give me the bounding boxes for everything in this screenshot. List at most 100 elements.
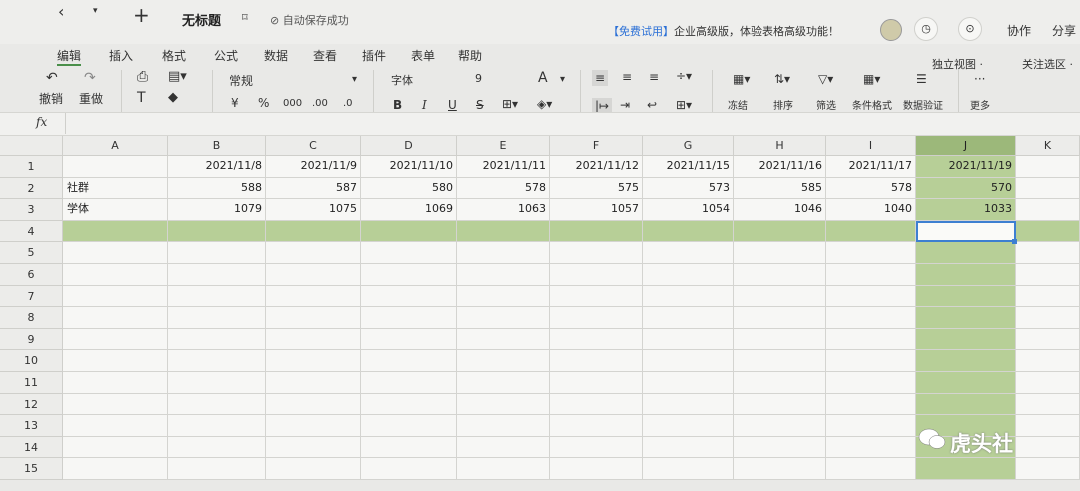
paste-icon[interactable]: ▤▾: [168, 69, 187, 84]
formula-bar[interactable]: fx: [0, 112, 1080, 136]
cell-g10[interactable]: [643, 350, 734, 372]
cell-e5[interactable]: [457, 242, 550, 264]
cell-h11[interactable]: [734, 372, 826, 394]
cell-a3[interactable]: 学体: [63, 199, 168, 221]
strikethrough-button[interactable]: S: [476, 98, 484, 112]
cell-g14[interactable]: [643, 437, 734, 458]
conditional-format-button[interactable]: 条件格式: [852, 97, 892, 112]
cell-e4[interactable]: [457, 221, 550, 242]
wrap-clip-icon[interactable]: ⇥: [620, 98, 630, 112]
cell-c13[interactable]: [266, 415, 361, 437]
cell-g2[interactable]: 573: [643, 178, 734, 199]
more-button[interactable]: 更多: [970, 97, 990, 112]
font-color-icon[interactable]: A: [538, 70, 548, 86]
cell-k10[interactable]: [1016, 350, 1080, 372]
cell-j1[interactable]: 2021/11/19: [916, 156, 1016, 178]
column-header-f[interactable]: F: [550, 136, 643, 156]
cell-j5[interactable]: [916, 242, 1016, 264]
cell-k4[interactable]: [1016, 221, 1080, 242]
cell-a10[interactable]: [63, 350, 168, 372]
cell-k8[interactable]: [1016, 307, 1080, 329]
cell-h4[interactable]: [734, 221, 826, 242]
cell-d2[interactable]: 580: [361, 178, 457, 199]
cell-d11[interactable]: [361, 372, 457, 394]
history-icon[interactable]: ◷: [914, 17, 938, 41]
cell-e12[interactable]: [457, 394, 550, 415]
cell-a6[interactable]: [63, 264, 168, 286]
cell-a8[interactable]: [63, 307, 168, 329]
menu-plugins[interactable]: 插件: [362, 47, 386, 64]
menu-formula[interactable]: 公式: [214, 47, 238, 64]
cell-k5[interactable]: [1016, 242, 1080, 264]
cell-b12[interactable]: [168, 394, 266, 415]
cell-c7[interactable]: [266, 286, 361, 307]
cell-e13[interactable]: [457, 415, 550, 437]
cell-a11[interactable]: [63, 372, 168, 394]
cell-b14[interactable]: [168, 437, 266, 458]
underline-button[interactable]: U: [448, 98, 457, 112]
cell-i1[interactable]: 2021/11/17: [826, 156, 916, 178]
promo-banner[interactable]: 【免费试用】企业高级版，体验表格高级功能！: [608, 23, 839, 39]
cell-c3[interactable]: 1075: [266, 199, 361, 221]
cell-c2[interactable]: 587: [266, 178, 361, 199]
cell-a2[interactable]: 社群: [63, 178, 168, 199]
cell-b11[interactable]: [168, 372, 266, 394]
cell-c11[interactable]: [266, 372, 361, 394]
align-center-icon[interactable]: ≡: [622, 70, 632, 84]
cell-c4[interactable]: [266, 221, 361, 242]
collaborate-button[interactable]: 协作: [1007, 22, 1031, 39]
cell-c1[interactable]: 2021/11/9: [266, 156, 361, 178]
bookmark-icon[interactable]: ⌑: [242, 11, 248, 24]
cell-j8[interactable]: [916, 307, 1016, 329]
cell-k12[interactable]: [1016, 394, 1080, 415]
cell-d5[interactable]: [361, 242, 457, 264]
cell-b15[interactable]: [168, 458, 266, 480]
row-header-11[interactable]: 11: [0, 372, 63, 394]
row-header-3[interactable]: 3: [0, 199, 63, 221]
cell-c15[interactable]: [266, 458, 361, 480]
wrap-text-icon[interactable]: ↩: [647, 98, 657, 112]
row-header-15[interactable]: 15: [0, 458, 63, 480]
row-header-7[interactable]: 7: [0, 286, 63, 307]
sort-icon[interactable]: ⇅▾: [774, 72, 790, 86]
promo-highlight[interactable]: 【免费试用】: [608, 25, 674, 38]
cell-c6[interactable]: [266, 264, 361, 286]
format-painter-icon[interactable]: T: [137, 90, 146, 106]
cell-b1[interactable]: 2021/11/8: [168, 156, 266, 178]
cell-i15[interactable]: [826, 458, 916, 480]
data-validation-button[interactable]: 数据验证: [903, 97, 943, 112]
freeze-icon[interactable]: ▦▾: [733, 72, 750, 86]
cell-b8[interactable]: [168, 307, 266, 329]
column-header-b[interactable]: B: [168, 136, 266, 156]
cell-a4[interactable]: [63, 221, 168, 242]
cell-e11[interactable]: [457, 372, 550, 394]
cell-g8[interactable]: [643, 307, 734, 329]
align-left-icon[interactable]: ≡: [592, 70, 609, 86]
cell-e6[interactable]: [457, 264, 550, 286]
cell-i8[interactable]: [826, 307, 916, 329]
cell-j9[interactable]: [916, 329, 1016, 350]
cell-k1[interactable]: [1016, 156, 1080, 178]
cell-h12[interactable]: [734, 394, 826, 415]
font-size-select[interactable]: 9: [475, 72, 482, 85]
row-header-6[interactable]: 6: [0, 264, 63, 286]
filter-icon[interactable]: ▽▾: [818, 72, 833, 86]
cell-h2[interactable]: 585: [734, 178, 826, 199]
cell-a9[interactable]: [63, 329, 168, 350]
cell-h15[interactable]: [734, 458, 826, 480]
menu-form[interactable]: 表单: [411, 47, 435, 64]
cell-a15[interactable]: [63, 458, 168, 480]
font-color-caret-icon[interactable]: ▾: [560, 74, 565, 85]
cell-d4[interactable]: [361, 221, 457, 242]
cell-b5[interactable]: [168, 242, 266, 264]
fill-color-icon[interactable]: ◈▾: [537, 97, 552, 111]
new-document-button[interactable]: +: [133, 3, 150, 27]
cell-e7[interactable]: [457, 286, 550, 307]
cell-a1[interactable]: [63, 156, 168, 178]
cell-e10[interactable]: [457, 350, 550, 372]
back-dropdown-icon[interactable]: ▾: [93, 6, 98, 16]
cell-j3[interactable]: 1033: [916, 199, 1016, 221]
promo-text[interactable]: 企业高级版，体验表格高级功能！: [674, 25, 839, 38]
cell-i12[interactable]: [826, 394, 916, 415]
menu-help[interactable]: 帮助: [458, 47, 482, 64]
